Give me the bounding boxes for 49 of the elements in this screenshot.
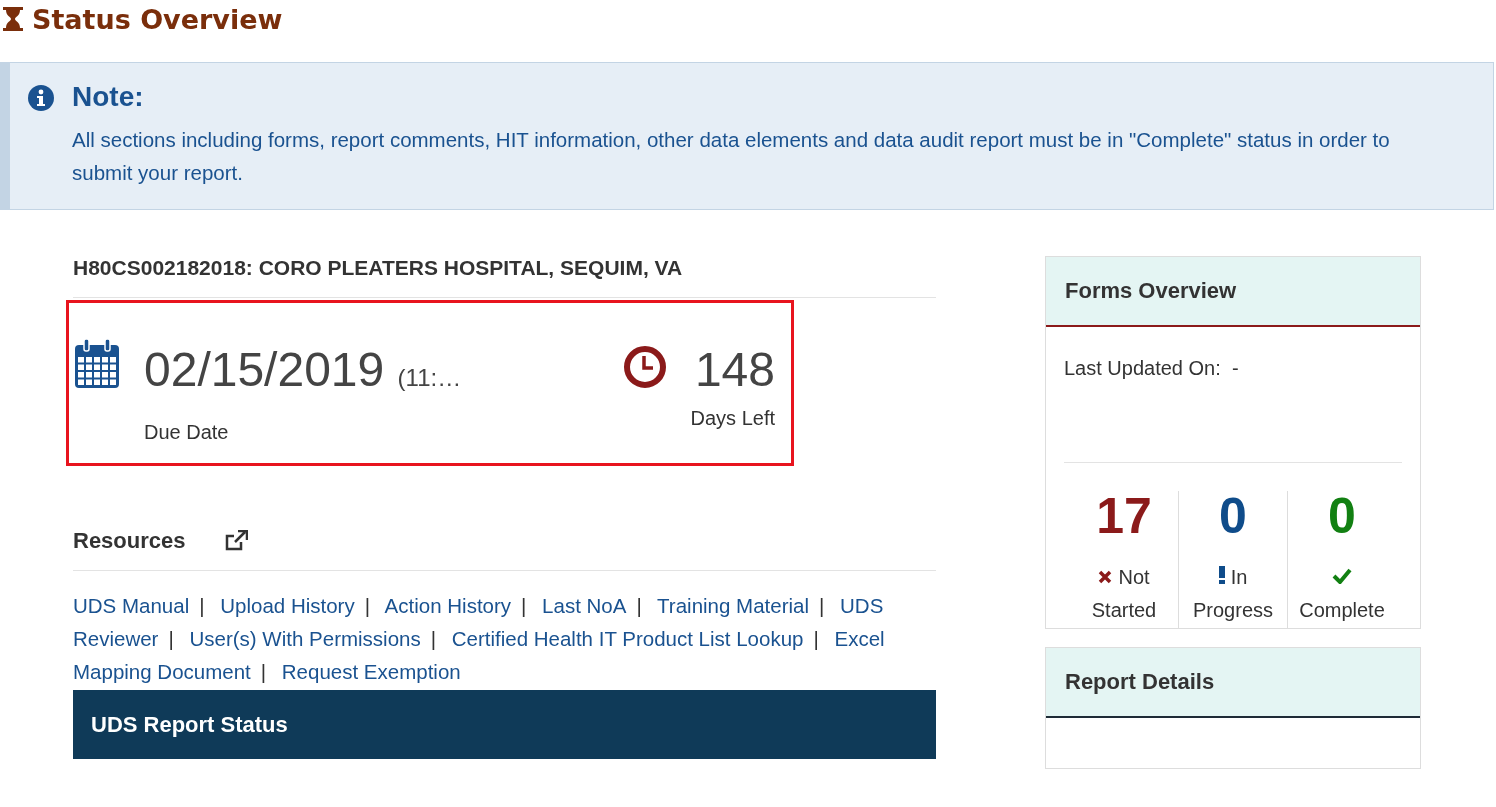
status-label: Not Started	[1090, 565, 1158, 623]
exclamation-icon	[1218, 566, 1225, 584]
resource-link[interactable]: User(s) With Permissions	[189, 627, 421, 650]
due-date-label: Due Date	[144, 421, 230, 444]
due-date: 02/15/2019	[144, 343, 385, 396]
external-link-icon[interactable]	[223, 530, 248, 552]
report-details-title: Report Details	[1046, 648, 1420, 718]
clock-icon	[622, 345, 667, 389]
due-time: (11:…	[397, 364, 462, 391]
checkmark-icon	[1332, 568, 1352, 584]
status-count: 0	[1219, 491, 1247, 541]
note-text: All sections including forms, report comments, HIT information, other data elements and data audit report must be in "Complete" status in order to submit your report.	[72, 127, 1391, 186]
note-title: Note:	[72, 81, 145, 113]
resources-title: Resources	[73, 528, 186, 554]
uds-report-status-header: UDS Report Status	[73, 690, 936, 759]
info-icon	[28, 85, 54, 111]
resource-link[interactable]: Action History	[384, 594, 512, 617]
calendar-icon	[74, 339, 120, 389]
resource-link[interactable]: Reviewer	[73, 627, 159, 650]
link-separator: |	[813, 627, 819, 650]
resource-link[interactable]: Request Exemption	[281, 660, 461, 683]
resource-link[interactable]: Mapping Document	[73, 660, 251, 683]
resource-link[interactable]: Certified Health IT Product List Lookup	[451, 627, 804, 650]
resource-link[interactable]: Last NoA	[542, 594, 627, 617]
link-separator: |	[521, 594, 527, 617]
page-title: Status Overview	[32, 3, 283, 35]
resource-link[interactable]: Upload History	[220, 594, 355, 617]
last-updated-text: Last Updated On: -	[1064, 357, 1402, 463]
days-left-count: 148	[693, 345, 775, 395]
resource-link[interactable]: UDS Manual	[73, 594, 190, 617]
status-label: In Progress	[1192, 565, 1274, 623]
link-separator: |	[168, 627, 174, 650]
link-separator: |	[199, 594, 205, 617]
link-separator: |	[430, 627, 437, 650]
days-left-label: Days Left	[690, 407, 775, 430]
status-count: 0	[1328, 491, 1356, 541]
link-separator: |	[636, 594, 642, 617]
status-count: 17	[1096, 491, 1152, 541]
link-separator: |	[364, 594, 371, 617]
resource-link[interactable]: Training Material	[657, 594, 809, 617]
resource-link[interactable]: Excel	[834, 627, 885, 650]
hourglass-icon	[2, 6, 24, 32]
x-icon	[1098, 570, 1113, 584]
forms-overview-title: Forms Overview	[1046, 257, 1420, 327]
link-separator: |	[260, 660, 267, 683]
resource-link[interactable]: UDS	[840, 594, 884, 617]
report-heading: H80CS002182018: CORO PLEATERS HOSPITAL, SEQUIM, VA	[73, 256, 936, 298]
status-label: Complete	[1299, 561, 1385, 627]
link-separator: |	[819, 594, 825, 617]
